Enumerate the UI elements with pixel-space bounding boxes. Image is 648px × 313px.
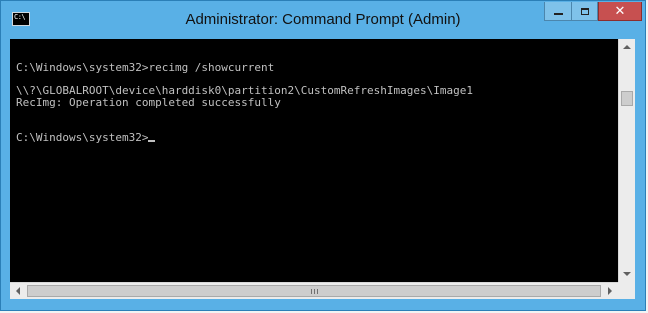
- vertical-scroll-thumb[interactable]: [621, 91, 633, 106]
- scroll-down-arrow-icon[interactable]: [623, 272, 631, 276]
- scroll-right-arrow-icon[interactable]: [608, 287, 612, 295]
- console-line: C:\Windows\system32>recimg /showcurrent: [16, 61, 275, 74]
- vertical-scrollbar[interactable]: [618, 39, 635, 282]
- scroll-left-arrow-icon[interactable]: [16, 287, 20, 295]
- console-line: RecImg: Operation completed successfully: [16, 96, 281, 109]
- minimize-icon: [553, 13, 563, 15]
- console-prompt-line: C:\Windows\system32>: [16, 131, 156, 144]
- maximize-icon: [580, 7, 589, 15]
- close-icon: ✕: [614, 3, 626, 19]
- horizontal-scroll-thumb[interactable]: [27, 285, 601, 297]
- minimize-button[interactable]: [544, 2, 571, 21]
- command-prompt-window: C:\ Administrator: Command Prompt (Admin…: [0, 0, 646, 311]
- title-bar[interactable]: C:\ Administrator: Command Prompt (Admin…: [1, 1, 645, 39]
- scroll-grip-icon: [311, 289, 318, 294]
- maximize-button[interactable]: [571, 2, 598, 21]
- scrollbar-corner: [618, 282, 635, 299]
- horizontal-scrollbar[interactable]: [10, 282, 618, 299]
- close-button[interactable]: ✕: [598, 2, 642, 21]
- console-output[interactable]: C:\Windows\system32>recimg /showcurrent …: [10, 39, 618, 282]
- text-cursor: [148, 140, 156, 142]
- console-prompt: C:\Windows\system32>: [16, 131, 149, 144]
- scroll-up-arrow-icon[interactable]: [623, 45, 631, 49]
